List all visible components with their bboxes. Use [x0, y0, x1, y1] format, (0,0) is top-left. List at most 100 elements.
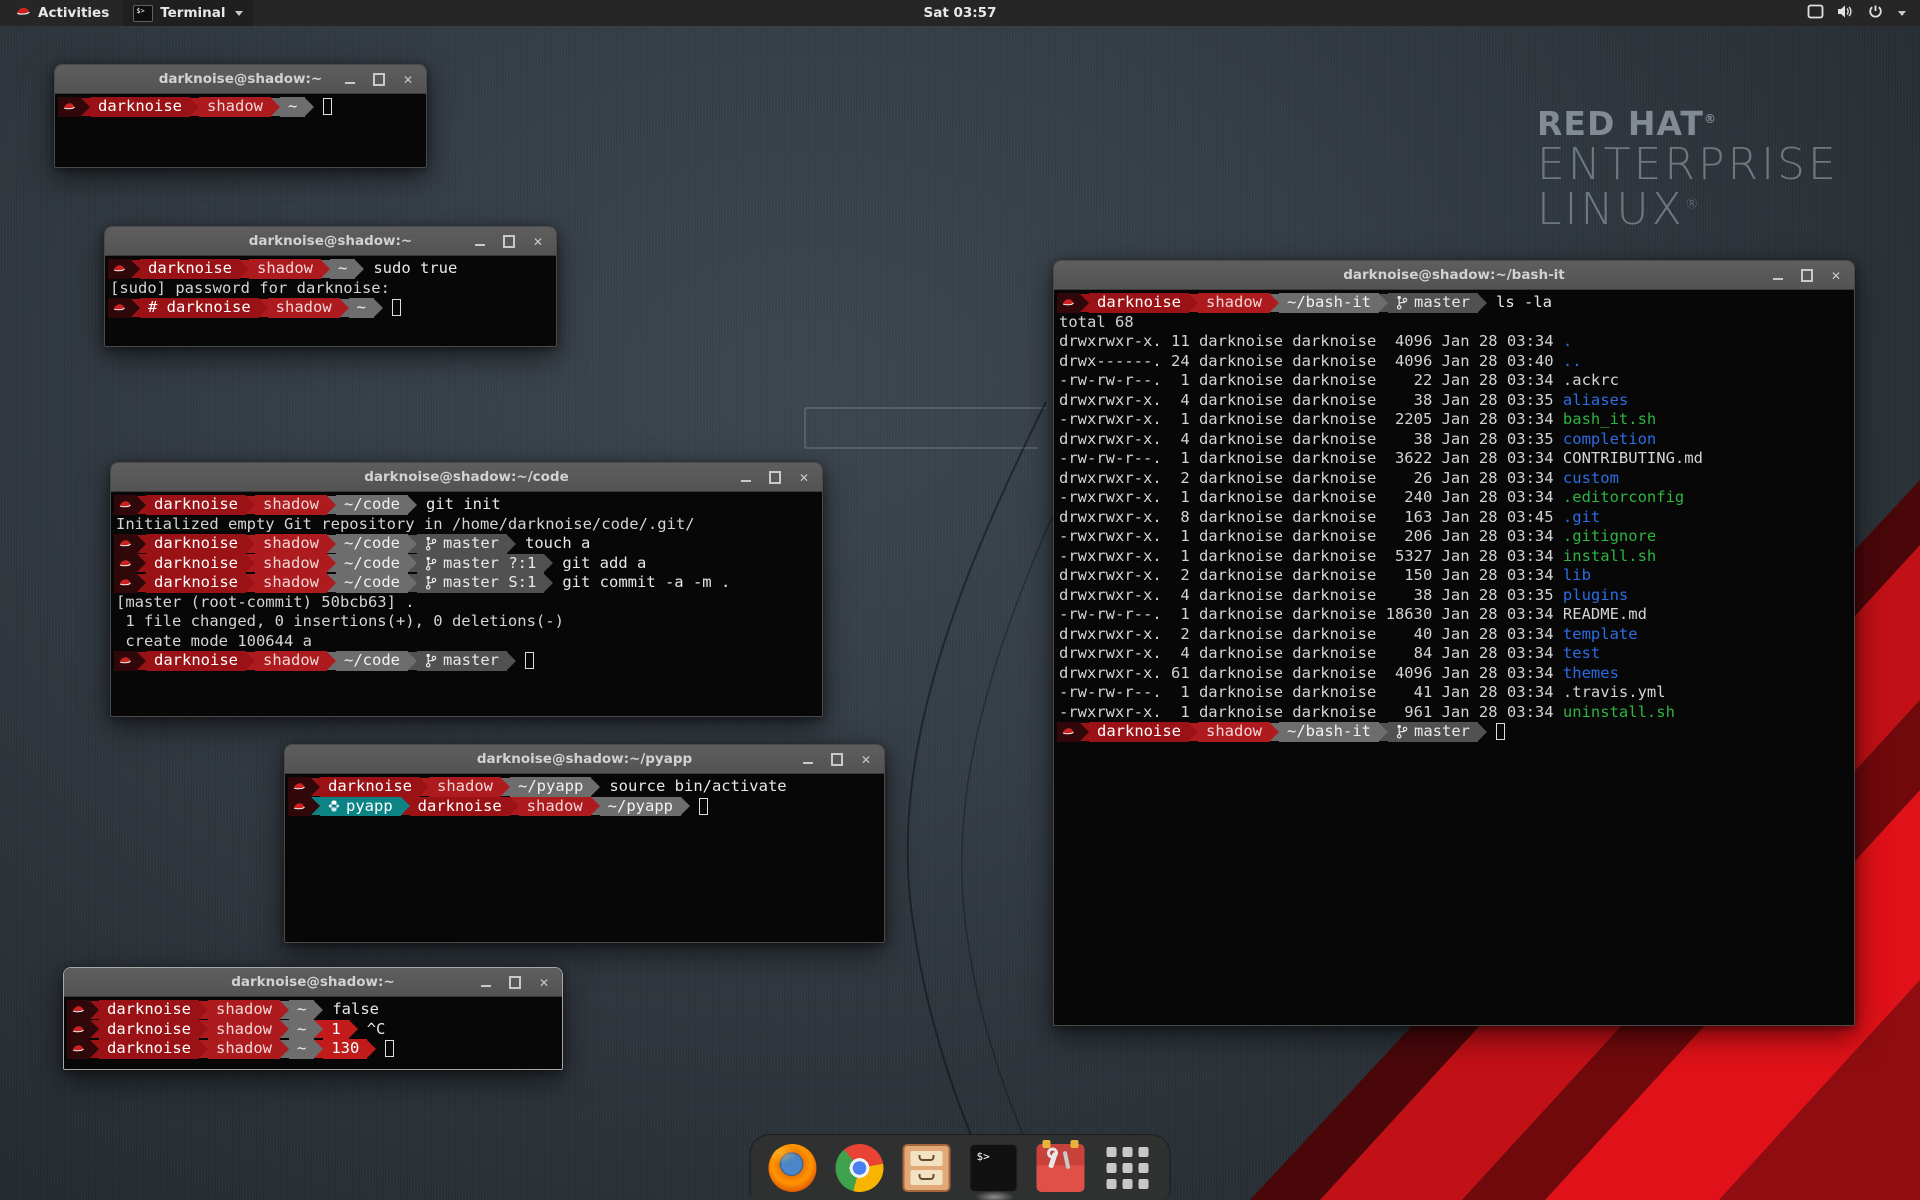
terminal-titlebar[interactable]: darknoise@shadow:~/pyapp✕ [285, 745, 884, 774]
terminal-icon[interactable]: $> [970, 1144, 1018, 1192]
segment-text: ~/bash-it [1287, 722, 1371, 742]
fedora-icon [72, 1004, 85, 1015]
segment-text: 130 [331, 1039, 359, 1059]
close-button[interactable]: ✕ [798, 472, 810, 484]
terminal-body[interactable]: darknoiseshadow~/codegit initInitialized… [111, 492, 822, 671]
files-icon[interactable] [903, 1144, 951, 1192]
output-line: -rw-rw-r--. 1 darknoise darknoise 22 Jan… [1057, 371, 1852, 391]
close-button[interactable]: ✕ [402, 74, 414, 86]
fedora-icon [293, 781, 306, 792]
powerline-separator [190, 98, 199, 116]
logo-line-redhat: RED HAT [1537, 104, 1704, 143]
output-text: 1 file changed, 0 insertions(+), 0 delet… [116, 612, 564, 632]
output-text: .git [1563, 508, 1600, 528]
powerline-separator [131, 260, 140, 278]
registered-mark: ® [1704, 112, 1717, 126]
terminal-window[interactable]: darknoise@shadow:~/code✕darknoiseshadow~… [110, 462, 823, 717]
terminal-titlebar[interactable]: darknoise@shadow:~/code✕ [111, 463, 822, 492]
powerline-separator [314, 1020, 323, 1038]
window-title: darknoise@shadow:~ [231, 974, 395, 990]
minimize-button[interactable] [1772, 270, 1784, 282]
maximize-button[interactable] [831, 754, 843, 766]
terminal-window[interactable]: darknoise@shadow:~/bash-it✕darknoiseshad… [1053, 260, 1855, 1026]
segment-text: # darknoise [148, 298, 251, 318]
branch-icon [425, 575, 437, 590]
prompt-segment-host: shadow [1198, 293, 1270, 313]
close-button[interactable]: ✕ [532, 236, 544, 248]
terminal-window[interactable]: darknoise@shadow:~✕darknoiseshadow~ [54, 64, 427, 168]
segment-text: darknoise [98, 97, 182, 117]
output-text: . [1563, 332, 1572, 352]
minimize-button[interactable] [802, 754, 814, 766]
terminal-body[interactable]: darknoiseshadow~/bash-itmasterls -latota… [1054, 290, 1854, 742]
drawer [911, 1151, 943, 1166]
terminal-body[interactable]: darknoiseshadow~ [55, 94, 426, 117]
minimize-button[interactable] [480, 977, 492, 989]
terminal-window[interactable]: darknoise@shadow:~ ✕ darknoiseshadow~false… [63, 967, 563, 1070]
close-button[interactable]: ✕ [1830, 270, 1842, 282]
maximize-button[interactable] [509, 977, 521, 989]
output-line: create mode 100644 a [114, 632, 820, 652]
output-line: total 68 [1057, 313, 1852, 333]
prompt-line: pyappdarknoiseshadow~/pyapp [288, 797, 882, 817]
output-line: -rw-rw-r--. 1 darknoise darknoise 18630 … [1057, 605, 1852, 625]
output-text: drwxrwxr-x. 4 darknoise darknoise 84 Jan… [1059, 644, 1563, 664]
prompt-segment-user: darknoise [99, 1000, 199, 1020]
output-line: [master (root-commit) 50bcb63] . [114, 593, 820, 613]
powerline-separator [246, 535, 255, 553]
fedora-icon [119, 499, 132, 510]
output-line: -rw-rw-r--. 1 darknoise darknoise 41 Jan… [1057, 683, 1852, 703]
app-grid-icon[interactable] [1104, 1144, 1152, 1192]
minimize-button[interactable] [474, 236, 486, 248]
maximize-button[interactable] [1801, 270, 1813, 282]
maximize-button[interactable] [503, 236, 515, 248]
maximize-button[interactable] [769, 472, 781, 484]
terminal-body[interactable]: darknoiseshadow~sudo true[sudo] password… [105, 256, 556, 318]
powerline-separator [199, 1020, 208, 1038]
segment-text: ~ [288, 97, 297, 117]
terminal-titlebar[interactable]: darknoise@shadow:~/bash-it✕ [1054, 261, 1854, 290]
prompt-segment-path: ~/code [336, 554, 408, 574]
minimize-button[interactable] [740, 472, 752, 484]
prompt-line: darknoiseshadow~/bash-itmasterls -la [1057, 293, 1852, 313]
output-line: drwxrwxr-x. 4 darknoise darknoise 38 Jan… [1057, 430, 1852, 450]
close-button[interactable]: ✕ [860, 754, 872, 766]
prompt-segment-user: darknoise [146, 651, 246, 671]
output-text: Initialized empty Git repository in /hom… [116, 515, 695, 535]
chrome-icon[interactable] [836, 1144, 884, 1192]
powerline-separator [374, 299, 383, 317]
firefox-icon[interactable] [769, 1144, 817, 1192]
minimize-button[interactable] [344, 74, 356, 86]
output-text: .gitignore [1563, 527, 1656, 547]
powerline-separator [510, 797, 519, 815]
powerline-separator [259, 299, 268, 317]
clock[interactable]: Sat 03:57 [924, 0, 997, 26]
output-line: -rwxrwxr-x. 1 darknoise darknoise 5327 J… [1057, 547, 1852, 567]
powerline-separator [408, 554, 417, 572]
powerline-separator [90, 1001, 99, 1019]
terminal-window[interactable]: darknoise@shadow:~/pyapp✕darknoiseshadow… [284, 744, 885, 943]
powerline-separator [271, 98, 280, 116]
app-menu-button[interactable]: $> Terminal [123, 0, 252, 26]
terminal-body[interactable]: darknoiseshadow~falsedarknoiseshadow~1^C… [64, 997, 562, 1059]
output-text: aliases [1563, 391, 1628, 411]
output-text: .. [1563, 352, 1582, 372]
powerline-separator [1189, 723, 1198, 741]
terminal-body[interactable]: darknoiseshadow~/pyappsource bin/activat… [285, 774, 884, 816]
powerline-separator [137, 496, 146, 514]
terminal-window[interactable]: darknoise@shadow:~✕darknoiseshadow~sudo … [104, 226, 557, 347]
prompt-segment-branch: master [417, 534, 507, 554]
system-status-area[interactable] [1799, 0, 1914, 26]
output-text: drwxrwxr-x. 4 darknoise darknoise 38 Jan… [1059, 430, 1563, 450]
powerline-separator [420, 778, 429, 796]
close-button[interactable]: ✕ [538, 977, 550, 989]
terminal-titlebar[interactable]: darknoise@shadow:~✕ [55, 65, 426, 94]
activities-button[interactable]: Activities [8, 0, 117, 26]
window-controls: ✕ [474, 227, 544, 256]
maximize-button[interactable] [373, 74, 385, 86]
prompt-segment-path: ~ [289, 1020, 314, 1040]
toolbox-icon[interactable] [1037, 1144, 1085, 1192]
terminal-titlebar[interactable]: darknoise@shadow:~ ✕ [64, 968, 562, 997]
segment-text: darknoise [154, 495, 238, 515]
terminal-titlebar[interactable]: darknoise@shadow:~✕ [105, 227, 556, 256]
